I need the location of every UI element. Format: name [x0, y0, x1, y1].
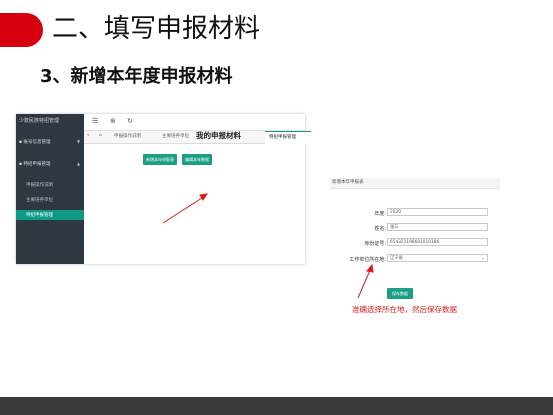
- app-brand: 少数民族特招管理: [19, 118, 60, 124]
- menu-toggle-icon[interactable]: ☰: [92, 117, 98, 125]
- tab-instructions[interactable]: 申报操作说明: [114, 133, 141, 139]
- sidebar-item-account[interactable]: ▪ 账号信息管理 ▼: [19, 139, 80, 145]
- name-label: 姓名:: [374, 226, 386, 232]
- sidebar-item-label: 账号信息管理: [23, 140, 51, 145]
- chevron-up-icon: ▲: [77, 161, 81, 166]
- sidebar-item-special[interactable]: ▪ 特招申报管理 ▲: [19, 161, 80, 167]
- sidebar-subitem-units[interactable]: 主要培养单位: [26, 197, 53, 203]
- edit-annual-data-button[interactable]: 编辑本年数据: [182, 154, 212, 165]
- bottom-bar: [0, 397, 553, 415]
- location-select[interactable]: 辽宁省 ⌄: [387, 254, 488, 262]
- globe-icon[interactable]: ⊕: [110, 117, 116, 125]
- add-annual-form-button[interactable]: 新增本年申报表: [143, 154, 177, 165]
- chevron-down-icon: ⌄: [481, 256, 485, 261]
- home-icon[interactable]: ⌂: [99, 133, 102, 138]
- location-select-value: 辽宁省: [390, 256, 403, 261]
- tab-active[interactable]: 特招申报管理: [265, 131, 311, 144]
- tab-back-icon[interactable]: «: [87, 133, 90, 138]
- annotation-text: 准确选择所在地，然后保存数据: [352, 305, 457, 314]
- name-input[interactable]: 张三: [387, 223, 488, 231]
- id-number-label: 身份证号:: [364, 241, 386, 247]
- sidebar-subitem-instructions[interactable]: 申报操作说明: [26, 182, 53, 188]
- location-label: 工作单位所在地:: [349, 257, 386, 263]
- title-accent-bar: [0, 13, 43, 47]
- slide-title: 二、填写申报材料: [52, 14, 261, 44]
- tab-units[interactable]: 主要培养单位: [162, 133, 189, 139]
- page-title: 我的申报材料: [196, 131, 241, 140]
- chevron-down-icon: ▼: [77, 139, 81, 144]
- id-number-input[interactable]: 654321198601010186: [387, 238, 488, 246]
- application-form: 新增本年申报表 年度: 2020 姓名: 张三 身份证号: 6543211986…: [330, 178, 500, 308]
- refresh-icon[interactable]: ↻: [127, 117, 133, 125]
- top-toolbar: ☰ ⊕ ↻: [84, 114, 305, 131]
- sidebar: 少数民族特招管理 ▪ 账号信息管理 ▼ ▪ 特招申报管理 ▲ 申报操作说明 主要…: [16, 114, 84, 264]
- sidebar-item-label: 特招申报管理: [23, 162, 51, 167]
- app-screenshot: 少数民族特招管理 ▪ 账号信息管理 ▼ ▪ 特招申报管理 ▲ 申报操作说明 主要…: [16, 114, 311, 264]
- sidebar-subitem-management[interactable]: 特招申报管理: [26, 212, 53, 218]
- form-header-title: 新增本年申报表: [332, 180, 364, 185]
- tab-bar: « ⌂ 申报操作说明 主要培养单位 特招申报管理: [84, 131, 311, 144]
- save-button[interactable]: 保存数据: [387, 288, 413, 299]
- tab-management: 特招申报管理: [269, 135, 296, 140]
- year-label: 年度:: [374, 211, 386, 217]
- form-header: 新增本年申报表: [330, 178, 500, 189]
- year-input[interactable]: 2020: [387, 208, 488, 216]
- slide-subtitle: 3、新增本年度申报材料: [40, 66, 233, 87]
